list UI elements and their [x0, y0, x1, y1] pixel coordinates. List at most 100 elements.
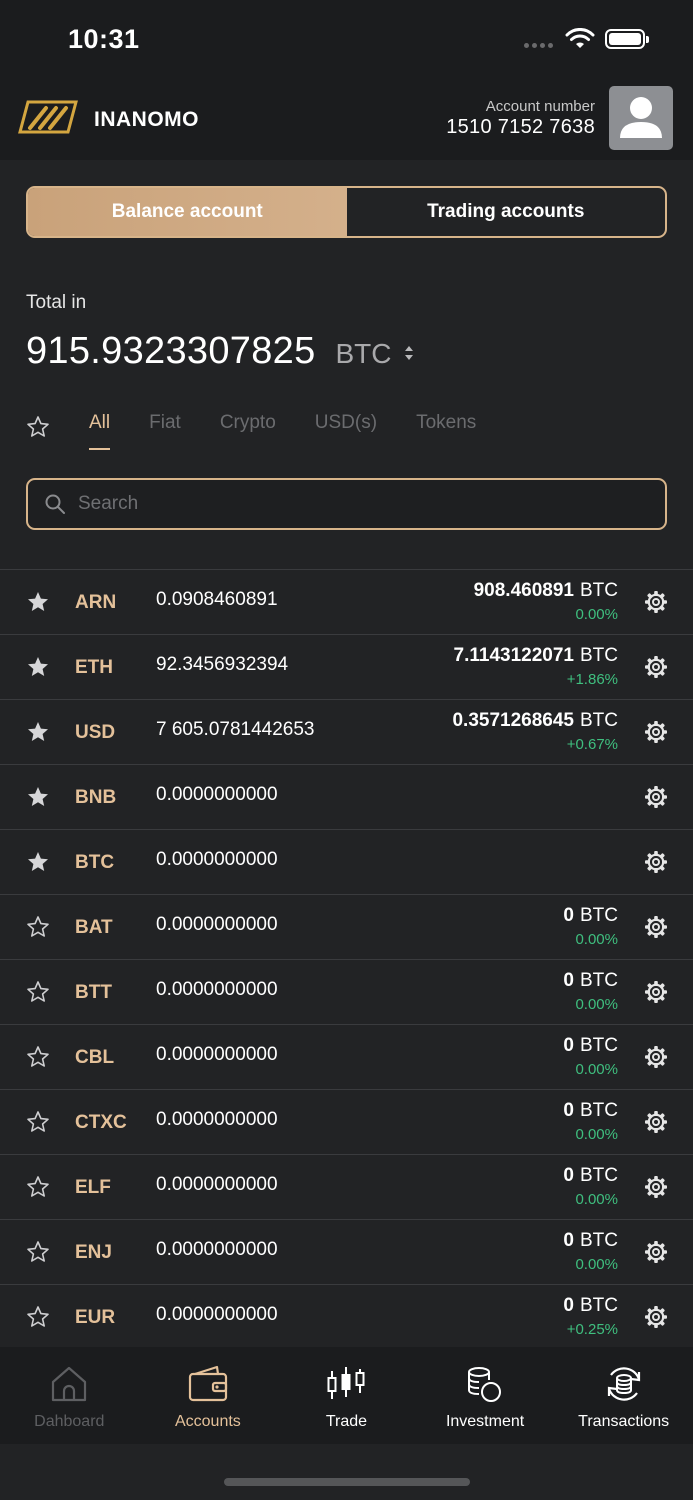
asset-row-bat[interactable]: BAT 0.0000000000 0 BTC 0.00%: [0, 894, 693, 959]
gear-icon: [645, 1241, 667, 1263]
asset-amount: 92.3456932394: [156, 654, 289, 675]
asset-settings-button[interactable]: [644, 720, 668, 749]
filter-tab-tokens[interactable]: Tokens: [416, 412, 476, 452]
brand-name: INANOMO: [94, 108, 199, 131]
asset-value-unit: BTC: [580, 1295, 618, 1316]
asset-row-eur[interactable]: EUR 0.0000000000 0 BTC +0.25%: [0, 1284, 693, 1349]
star-filled-icon[interactable]: [26, 590, 50, 614]
star-outline-icon[interactable]: [26, 1240, 50, 1264]
home-indicator: [224, 1478, 470, 1486]
asset-amount: 0.0000000000: [156, 979, 278, 1000]
star-filled-icon[interactable]: [26, 785, 50, 809]
star-outline-icon[interactable]: [26, 1175, 50, 1199]
app-header: INANOMO Account number 1510 7152 7638: [0, 78, 693, 160]
star-filled-icon[interactable]: [26, 655, 50, 679]
filter-tab-all[interactable]: All: [89, 412, 111, 452]
asset-change: 0.00%: [575, 1061, 618, 1078]
asset-settings-button[interactable]: [644, 1305, 668, 1334]
asset-value: 0: [563, 970, 574, 991]
gear-icon: [645, 786, 667, 808]
cellular-signal-icon: [524, 43, 553, 48]
asset-value-unit: BTC: [580, 1230, 618, 1251]
asset-settings-button[interactable]: [644, 1110, 668, 1139]
asset-row-usd[interactable]: USD 7 605.0781442653 0.3571268645 BTC +0.67%: [0, 699, 693, 764]
star-outline-icon[interactable]: [26, 980, 50, 1004]
asset-settings-button[interactable]: [644, 1045, 668, 1074]
nav-trade[interactable]: Trade: [277, 1347, 416, 1444]
gear-icon: [645, 1306, 667, 1328]
asset-symbol: CBL: [75, 1047, 115, 1068]
filter-tab-crypto[interactable]: Crypto: [220, 412, 276, 452]
asset-row-btt[interactable]: BTT 0.0000000000 0 BTC 0.00%: [0, 959, 693, 1024]
asset-row-elf[interactable]: ELF 0.0000000000 0 BTC 0.00%: [0, 1154, 693, 1219]
gear-icon: [645, 1176, 667, 1198]
asset-symbol: USD: [75, 722, 116, 743]
trading-accounts-tab[interactable]: Trading accounts: [347, 188, 666, 236]
asset-change: 0.00%: [575, 996, 618, 1013]
filter-tab-fiat[interactable]: Fiat: [149, 412, 181, 452]
asset-settings-button[interactable]: [644, 850, 668, 879]
asset-value: 7.1143122071: [453, 645, 574, 666]
asset-row-ctxc[interactable]: CTXC 0.0000000000 0 BTC 0.00%: [0, 1089, 693, 1154]
asset-value-unit: BTC: [580, 645, 618, 666]
asset-settings-button[interactable]: [644, 1240, 668, 1269]
asset-value-unit: BTC: [580, 710, 618, 731]
gear-icon: [645, 591, 667, 613]
asset-settings-button[interactable]: [644, 590, 668, 619]
asset-row-arn[interactable]: ARN 0.0908460891 908.460891 BTC 0.00%: [0, 569, 693, 634]
nav-investment[interactable]: Investment: [416, 1347, 555, 1444]
avatar[interactable]: [609, 86, 673, 150]
asset-row-bnb[interactable]: BNB 0.0000000000: [0, 764, 693, 829]
asset-change: +0.25%: [566, 1321, 618, 1338]
asset-value-unit: BTC: [580, 580, 618, 601]
gear-icon: [645, 916, 667, 938]
home-icon: [52, 1366, 87, 1402]
star-outline-icon[interactable]: [26, 1305, 50, 1329]
account-type-toggle: Balance account Trading accounts: [26, 186, 667, 238]
asset-amount: 7 605.0781442653: [156, 719, 315, 740]
asset-amount: 0.0000000000: [156, 1174, 278, 1195]
star-outline-icon[interactable]: [26, 1045, 50, 1069]
asset-row-enj[interactable]: ENJ 0.0000000000 0 BTC 0.00%: [0, 1219, 693, 1284]
status-bar: 10:31: [0, 0, 693, 78]
filter-tab-usds[interactable]: USD(s): [315, 412, 377, 452]
asset-row-eth[interactable]: ETH 92.3456932394 7.1143122071 BTC +1.86%: [0, 634, 693, 699]
nav-dahboard[interactable]: Dahboard: [0, 1347, 139, 1444]
asset-btc-value: 0 BTC: [563, 1100, 618, 1122]
search-input[interactable]: [78, 493, 618, 515]
star-outline-icon[interactable]: [26, 915, 50, 939]
nav-accounts[interactable]: Accounts: [139, 1347, 278, 1444]
star-filled-icon[interactable]: [26, 720, 50, 744]
star-outline-icon[interactable]: [26, 415, 50, 439]
asset-value: 0: [563, 905, 574, 926]
asset-settings-button[interactable]: [644, 915, 668, 944]
user-icon: [620, 97, 662, 138]
total-label: Total in: [26, 292, 87, 313]
asset-row-btc[interactable]: BTC 0.0000000000: [0, 829, 693, 894]
asset-value-unit: BTC: [580, 1100, 618, 1121]
asset-settings-button[interactable]: [644, 1175, 668, 1204]
asset-settings-button[interactable]: [644, 785, 668, 814]
asset-value: 0: [563, 1035, 574, 1056]
account-number-label: Account number: [485, 98, 595, 115]
currency-selector[interactable]: BTC: [336, 338, 392, 370]
star-outline-icon[interactable]: [26, 1110, 50, 1134]
sort-arrows-icon[interactable]: [404, 345, 414, 361]
nav-transactions[interactable]: Transactions: [554, 1347, 693, 1444]
balance-account-tab[interactable]: Balance account: [28, 188, 347, 236]
asset-symbol: EUR: [75, 1307, 116, 1328]
nav-label: Dahboard: [34, 1413, 105, 1430]
asset-amount: 0.0000000000: [156, 1044, 278, 1065]
home-indicator-area: [0, 1444, 693, 1500]
asset-row-cbl[interactable]: CBL 0.0000000000 0 BTC 0.00%: [0, 1024, 693, 1089]
gear-icon: [645, 981, 667, 1003]
asset-value-unit: BTC: [580, 905, 618, 926]
asset-symbol: CTXC: [75, 1112, 127, 1133]
star-filled-icon[interactable]: [26, 850, 50, 874]
asset-settings-button[interactable]: [644, 980, 668, 1009]
asset-value: 0: [563, 1165, 574, 1186]
gear-icon: [645, 656, 667, 678]
asset-settings-button[interactable]: [644, 655, 668, 684]
status-time: 10:31: [68, 24, 140, 54]
search-box: [26, 478, 667, 530]
